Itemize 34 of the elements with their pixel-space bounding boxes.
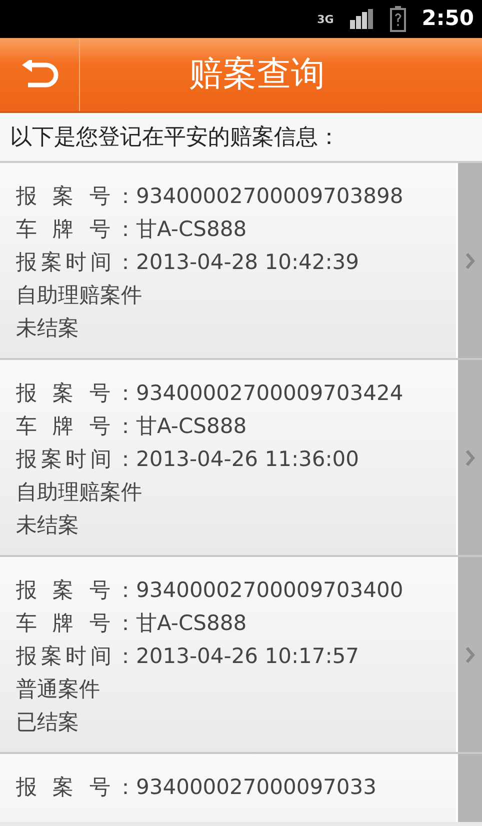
case-type-text: 自助理赔案件 (16, 480, 142, 504)
network-type-text: 3G (317, 14, 334, 24)
field-label: 报 案 号： (16, 183, 136, 210)
field-label: 报 案 号： (16, 380, 136, 407)
field-label: 报案时间： (16, 643, 136, 670)
field-value: 甘A-CS888 (136, 611, 247, 635)
field-value: 93400002700009703424 (136, 381, 404, 405)
case-type-text: 自助理赔案件 (16, 283, 142, 307)
field-label: 报案时间： (16, 249, 136, 276)
claim-item[interactable]: 报 案 号：934000027000097033 (0, 754, 482, 822)
field-label: 车 牌 号： (16, 610, 136, 637)
claim-item[interactable]: 报 案 号：93400002700009703400 车 牌 号：甘A-CS888 报案时间：2013-04-26 10:17:57 普通案件 已结案 (0, 557, 482, 754)
page-title: 赔案查询 (189, 54, 325, 94)
case-status-text: 未结案 (16, 316, 79, 340)
field-value: 934000027000097033 (136, 775, 376, 799)
intro-text: 以下是您登记在平安的赔案信息： (10, 124, 340, 152)
claim-item[interactable]: 报 案 号：93400002700009703424 车 牌 号：甘A-CS888 报案时间：2013-04-26 11:36:00 自助理赔案件 未结案 (0, 360, 482, 557)
field-label: 报 案 号： (16, 577, 136, 604)
field-value: 甘A-CS888 (136, 217, 247, 241)
field-value: 93400002700009703898 (136, 184, 404, 208)
field-label: 报 案 号： (16, 774, 136, 801)
field-value: 2013-04-28 10:42:39 (136, 250, 360, 274)
case-type-text: 普通案件 (16, 677, 100, 701)
clock-text: 2:50 (422, 5, 474, 32)
field-value: 2013-04-26 11:36:00 (136, 447, 360, 471)
case-status-text: 已结案 (16, 710, 79, 734)
field-value: 甘A-CS888 (136, 414, 247, 438)
field-label: 车 牌 号： (16, 216, 136, 243)
field-label: 车 牌 号： (16, 413, 136, 440)
case-status-text: 未结案 (16, 513, 79, 537)
field-value: 2013-04-26 10:17:57 (136, 644, 360, 668)
field-value: 93400002700009703400 (136, 578, 404, 602)
field-label: 报案时间： (16, 446, 136, 473)
claim-item[interactable]: 报 案 号：93400002700009703898 车 牌 号：甘A-CS888 报案时间：2013-04-28 10:42:39 自助理赔案件 未结案 (0, 163, 482, 360)
